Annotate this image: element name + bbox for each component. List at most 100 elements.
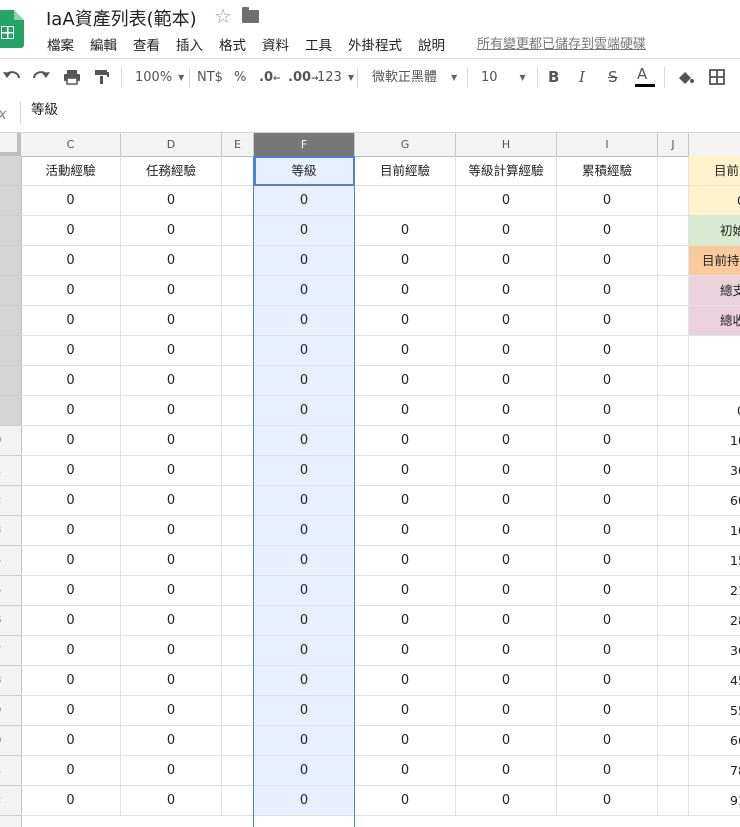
cell-j[interactable] (658, 366, 689, 396)
cell-h[interactable]: 0 (456, 546, 557, 576)
cell-e[interactable] (222, 546, 254, 576)
column-header-h[interactable]: H (456, 133, 557, 156)
text-color-button[interactable]: A (635, 59, 655, 96)
cell-f[interactable]: 0 (254, 486, 355, 516)
cell-g[interactable]: 0 (355, 306, 456, 336)
font-family-select[interactable]: 微軟正黑體 ▼ (372, 59, 457, 96)
cell-f[interactable]: 0 (254, 636, 355, 666)
cell-g[interactable]: 0 (355, 606, 456, 636)
cell-i[interactable]: 0 (557, 756, 658, 786)
column-header-c[interactable]: C (21, 133, 121, 156)
menu-data[interactable]: 資料 (262, 34, 289, 54)
cell-i[interactable]: 0 (557, 276, 658, 306)
column-header-k[interactable]: K (689, 133, 740, 156)
menu-file[interactable]: 檔案 (47, 34, 74, 54)
cell-g[interactable]: 0 (355, 426, 456, 456)
row-header[interactable]: 0 (0, 426, 21, 456)
row-header[interactable]: 8 (0, 666, 21, 696)
cell-d[interactable]: 0 (121, 786, 222, 816)
cell-f[interactable]: 0 (254, 606, 355, 636)
cell-c[interactable]: 0 (21, 426, 121, 456)
row-header[interactable] (0, 276, 21, 306)
menu-help[interactable]: 說明 (418, 34, 445, 54)
active-cell-f-header[interactable] (254, 156, 355, 186)
cell-h[interactable]: 0 (456, 756, 557, 786)
redo-icon[interactable] (33, 59, 51, 96)
cell-f[interactable]: 0 (254, 396, 355, 426)
cell-k[interactable]: 10 (689, 516, 740, 546)
cell-e[interactable] (222, 666, 254, 696)
cell-k[interactable]: 0 (689, 186, 740, 216)
header-cell-j[interactable] (658, 156, 689, 186)
row-header[interactable]: 6 (0, 606, 21, 636)
cell-c[interactable]: 0 (21, 786, 121, 816)
cell-f[interactable]: 0 (254, 246, 355, 276)
cell-g[interactable]: 0 (355, 726, 456, 756)
cell-j[interactable] (658, 546, 689, 576)
cell-c[interactable]: 0 (21, 636, 121, 666)
select-all-corner[interactable] (0, 133, 21, 156)
cell-d[interactable]: 0 (121, 726, 222, 756)
borders-icon[interactable] (708, 59, 726, 96)
cell-j[interactable] (658, 486, 689, 516)
cell-i[interactable]: 0 (557, 486, 658, 516)
cell-i[interactable]: 0 (557, 216, 658, 246)
cell-h[interactable]: 0 (456, 336, 557, 366)
cell-k[interactable]: 91 (689, 786, 740, 816)
cell-c[interactable]: 0 (21, 216, 121, 246)
cell-g[interactable]: 0 (355, 696, 456, 726)
cell-i[interactable]: 0 (557, 186, 658, 216)
column-header-d[interactable]: D (121, 133, 222, 156)
cell-f[interactable]: 0 (254, 336, 355, 366)
cell-j[interactable] (658, 396, 689, 426)
cell-d[interactable]: 0 (121, 516, 222, 546)
cell-h[interactable]: 0 (456, 396, 557, 426)
cell-f[interactable]: 0 (254, 456, 355, 486)
cell-f[interactable]: 0 (254, 546, 355, 576)
print-icon[interactable] (63, 59, 81, 96)
cell-j[interactable] (658, 786, 689, 816)
sheets-logo-icon[interactable] (0, 10, 24, 48)
cell-f[interactable]: 0 (254, 786, 355, 816)
cell-k[interactable]: 總收 (689, 306, 740, 336)
cell-i[interactable]: 0 (557, 726, 658, 756)
cell-c[interactable]: 0 (21, 246, 121, 276)
cell-j[interactable] (658, 216, 689, 246)
cell-i[interactable]: 0 (557, 336, 658, 366)
cell-e[interactable] (222, 576, 254, 606)
cell-d[interactable]: 0 (121, 486, 222, 516)
cell-g[interactable]: 0 (355, 276, 456, 306)
cell-f[interactable]: 0 (254, 576, 355, 606)
cell-k[interactable]: 15 (689, 546, 740, 576)
row-header[interactable]: 9 (0, 696, 21, 726)
cell-h[interactable]: 0 (456, 486, 557, 516)
cell-k[interactable]: 0 (689, 396, 740, 426)
column-header-j[interactable]: J (658, 133, 689, 156)
cell-j[interactable] (658, 336, 689, 366)
cell-j[interactable] (658, 186, 689, 216)
row-header[interactable]: 3 (0, 516, 21, 546)
row-header[interactable]: 1 (0, 456, 21, 486)
decrease-decimal-button[interactable]: .0← (259, 59, 281, 96)
cell-e[interactable] (222, 696, 254, 726)
row-header[interactable]: 4 (0, 546, 21, 576)
cell-c[interactable]: 0 (21, 486, 121, 516)
cell-h[interactable]: 0 (456, 246, 557, 276)
cell-k[interactable]: 總支 (689, 276, 740, 306)
cell-k[interactable]: 目前持 (689, 246, 740, 276)
cell-i[interactable]: 0 (557, 396, 658, 426)
header-cell-h[interactable]: 等級計算經驗 (456, 156, 557, 186)
cell-h[interactable]: 0 (456, 696, 557, 726)
column-header-f[interactable]: F (254, 133, 355, 156)
cell-f[interactable]: 0 (254, 726, 355, 756)
cell-e[interactable] (222, 306, 254, 336)
cell-h[interactable]: 0 (456, 306, 557, 336)
cell-h[interactable]: 0 (456, 276, 557, 306)
cell-c[interactable]: 0 (21, 456, 121, 486)
cell-g[interactable]: 0 (355, 216, 456, 246)
cell-e[interactable] (222, 426, 254, 456)
cell-k[interactable]: 28 (689, 606, 740, 636)
cell-h[interactable]: 0 (456, 606, 557, 636)
cell-e[interactable] (222, 336, 254, 366)
cell-c[interactable]: 0 (21, 306, 121, 336)
